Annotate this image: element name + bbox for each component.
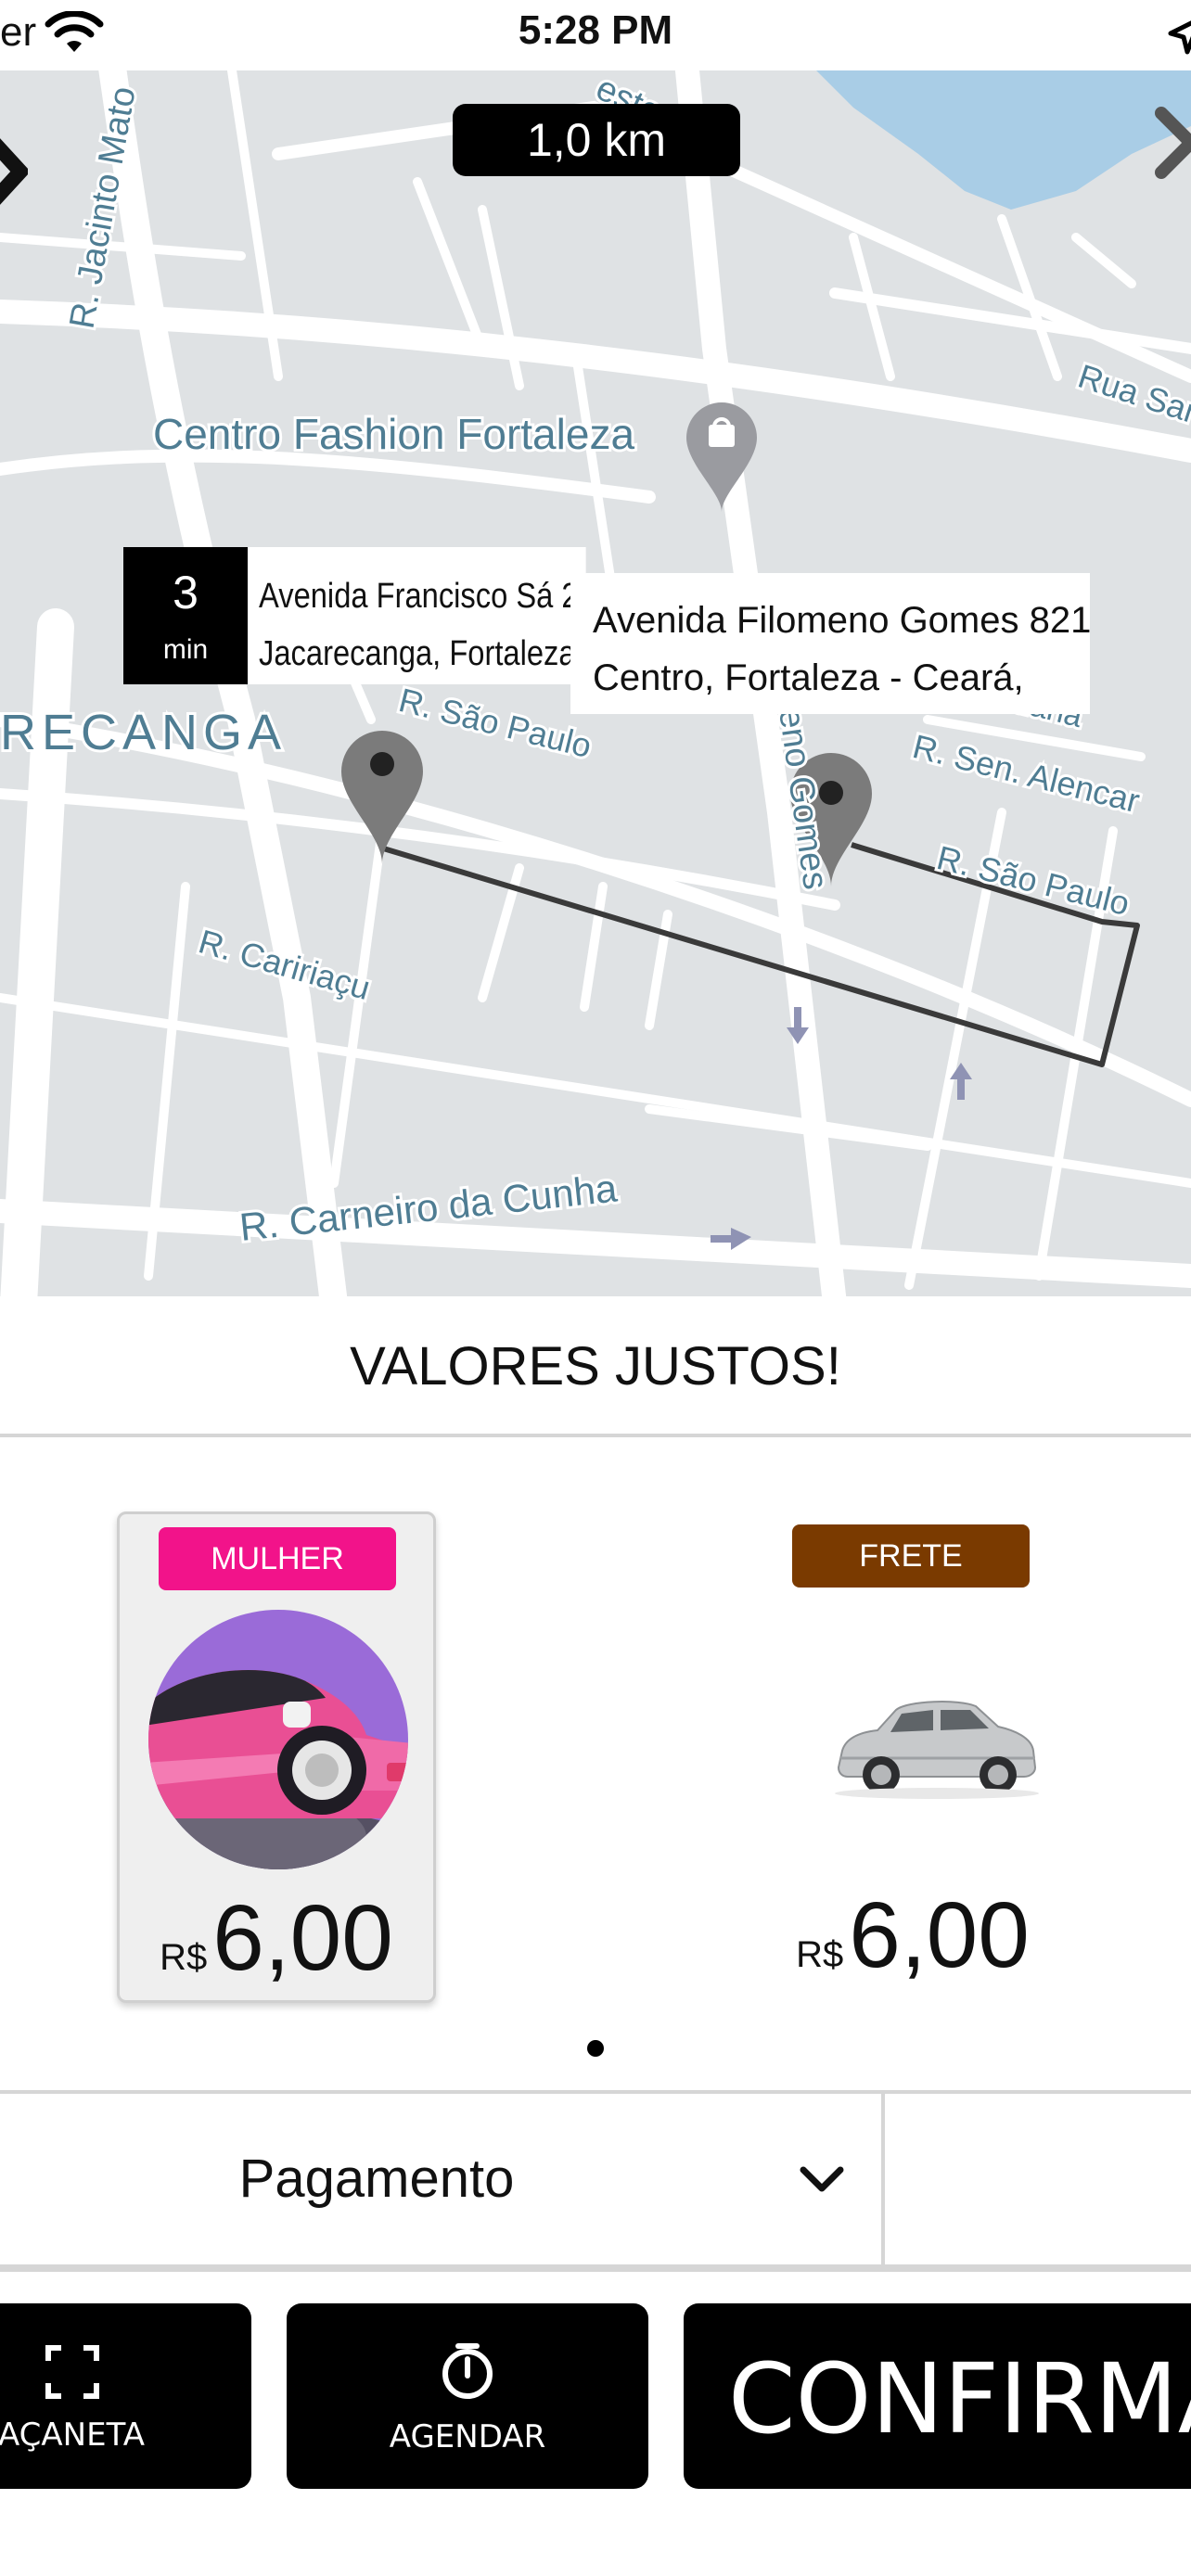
- eta-unit: min: [162, 634, 209, 665]
- label-sao-paulo-1: R. São Paulo: [395, 681, 596, 765]
- label-sen-alencar: R. Sen. Alencar: [909, 727, 1144, 820]
- label-jacinto-matos: R. Jacinto Mato: [63, 83, 144, 331]
- route-map[interactable]: R. Jacinto Mato este O Rua San Centro Fa…: [0, 70, 1191, 1296]
- scan-button[interactable]: AÇANETA: [0, 2303, 251, 2489]
- payment-secondary-field[interactable]: [885, 2094, 1191, 2264]
- origin-address-line2: Jacarecanga, Fortaleza: [259, 634, 576, 673]
- scan-frame-icon: [45, 2345, 99, 2399]
- category-badge-mulher: MULHER: [159, 1527, 396, 1590]
- pagination-dot[interactable]: [587, 2040, 604, 2057]
- origin-address-line1: Avenida Francisco Sá 2097: [259, 577, 586, 616]
- label-filomeno-gomes: eno Gomes: [771, 706, 835, 891]
- label-sao-paulo-2: R. São Paulo: [933, 838, 1133, 923]
- category-card-frete[interactable]: FRETE R$6,00: [753, 1511, 1072, 2003]
- chevron-down-icon[interactable]: [798, 2159, 846, 2200]
- label-cariiacu: R. Caririaçu: [195, 922, 375, 1007]
- price-amount: 6,00: [849, 1883, 1030, 1987]
- label-carneiro-da-cunha: R. Carneiro da Cunha: [237, 1166, 620, 1249]
- silver-car-icon: [835, 1701, 1039, 1799]
- location-arrow-icon: [1168, 20, 1191, 55]
- back-icon[interactable]: [0, 130, 28, 213]
- category-badge-frete: FRETE: [792, 1524, 1030, 1588]
- schedule-button-label: AGENDAR: [389, 2418, 546, 2455]
- confirm-button-label: CONFIRMA: [728, 2342, 1191, 2455]
- price-currency: R$: [796, 1934, 844, 1975]
- origin-address[interactable]: Avenida Francisco Sá 2097 Jacarecanga, F…: [248, 547, 586, 684]
- status-time: 5:28 PM: [518, 7, 673, 53]
- price-currency: R$: [160, 1937, 208, 1978]
- schedule-button[interactable]: AGENDAR: [287, 2303, 648, 2489]
- fair-prices-headline: VALORES JUSTOS!: [0, 1296, 1191, 1437]
- payment-row: Pagamento: [0, 2090, 1191, 2272]
- eta-badge: 3 min: [123, 547, 248, 684]
- stopwatch-icon: [442, 2343, 493, 2399]
- label-centro-fashion: Centro Fashion Fortaleza: [153, 410, 634, 458]
- eta-value: 3: [173, 567, 198, 618]
- scan-button-label: AÇANETA: [0, 2417, 145, 2454]
- label-rua-san: Rua San: [1074, 357, 1191, 433]
- category-card-mulher[interactable]: MULHER R$6,00: [117, 1511, 436, 2003]
- label-district-jacarecanga: RECANGA: [0, 705, 287, 760]
- destination-address-line1: Avenida Filomeno Gomes 821,: [593, 600, 1090, 641]
- pink-car-icon: [148, 1610, 408, 1869]
- destination-address-line2: Centro, Fortaleza - Ceará,: [593, 657, 1024, 698]
- distance-badge: 1,0 km: [453, 104, 740, 176]
- confirm-button[interactable]: CONFIRMA: [684, 2303, 1191, 2489]
- category-price-mulher: R$6,00: [120, 1885, 433, 1992]
- category-price-frete: R$6,00: [753, 1882, 1072, 1989]
- status-bar: er 5:28 PM: [0, 0, 1191, 70]
- chevron-right-icon[interactable]: [1150, 106, 1191, 180]
- payment-selector[interactable]: Pagamento: [0, 2094, 753, 2264]
- price-amount: 6,00: [212, 1886, 393, 1990]
- destination-address[interactable]: Avenida Filomeno Gomes 821, Centro, Fort…: [570, 573, 1090, 714]
